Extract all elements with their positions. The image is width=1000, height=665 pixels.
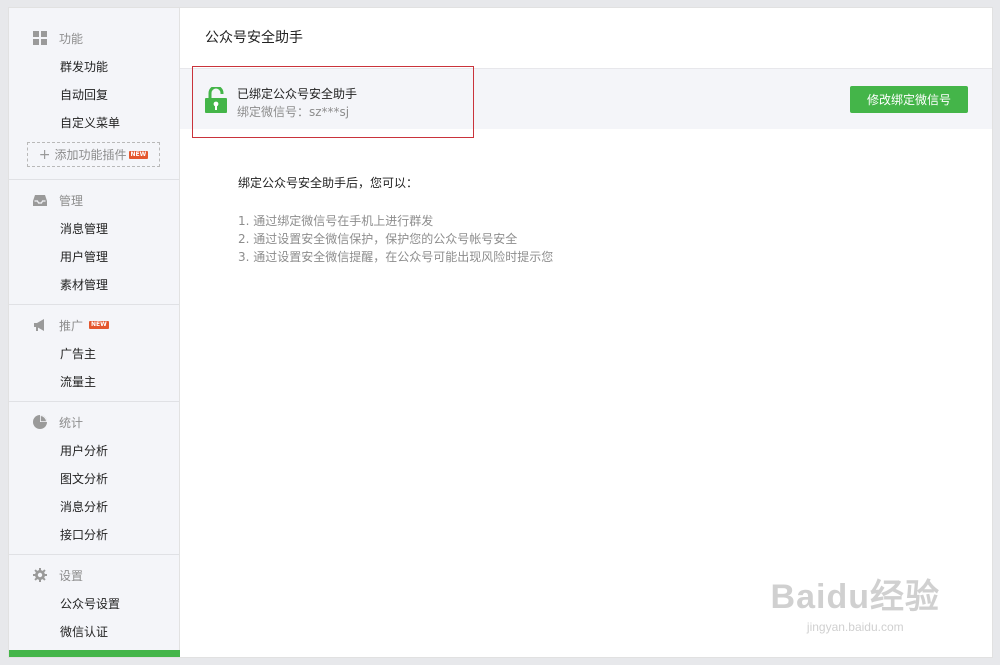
gear-icon bbox=[33, 568, 47, 582]
list-item: 3. 通过设置安全微信提醒，在公众号可能出现风险时提示您 bbox=[238, 250, 554, 264]
sidebar-item-messages[interactable]: 消息管理 bbox=[9, 214, 179, 242]
add-plugin-label: 添加功能插件 bbox=[54, 148, 127, 162]
sidebar-group-header: 设置 bbox=[9, 561, 179, 589]
binding-status-bar: 已绑定公众号安全助手 绑定微信号：sz***sj 修改绑定微信号 bbox=[180, 66, 992, 138]
new-badge: NEW bbox=[128, 150, 149, 159]
sidebar-item-auto-reply[interactable]: 自动回复 bbox=[9, 80, 179, 108]
sidebar-group-title: 推广 bbox=[59, 318, 84, 333]
sidebar-group-title: 设置 bbox=[59, 568, 84, 583]
sidebar-group-header: 功能 bbox=[9, 24, 179, 52]
app-window: 功能 群发功能 自动回复 自定义菜单 + 添加功能插件 NEW 管理 消息管理 … bbox=[8, 7, 993, 658]
description-section: 绑定公众号安全助手后，您可以： 1. 通过绑定微信号在手机上进行群发 2. 通过… bbox=[180, 129, 992, 266]
main-content: 公众号安全助手 已绑定公众号安全助手 绑定微信号：sz***sj 修改绑定微信号… bbox=[180, 8, 992, 657]
sidebar-group-header: 统计 bbox=[9, 408, 179, 436]
inbox-icon bbox=[33, 193, 47, 207]
sidebar-group-title: 功能 bbox=[59, 31, 84, 46]
baidu-watermark: Baidu经验 jingyan.baidu.com bbox=[771, 569, 940, 634]
bound-account-text: 绑定微信号：sz***sj bbox=[237, 105, 350, 119]
unlocked-padlock-icon bbox=[205, 85, 227, 113]
megaphone-icon bbox=[33, 318, 47, 332]
watermark-brand: Baidu经验 bbox=[770, 578, 940, 616]
description-heading: 绑定公众号安全助手后，您可以： bbox=[238, 176, 419, 190]
sidebar-group-header: 推广 NEW bbox=[9, 311, 179, 339]
sidebar-group-manage: 管理 消息管理 用户管理 素材管理 bbox=[9, 180, 179, 305]
page-title: 公众号安全助手 bbox=[180, 8, 992, 69]
new-badge: NEW bbox=[89, 321, 109, 329]
binding-status-text: 已绑定公众号安全助手 bbox=[237, 87, 358, 101]
sidebar-item-advertiser[interactable]: 广告主 bbox=[9, 339, 179, 367]
sidebar-item-api-analysis[interactable]: 接口分析 bbox=[9, 520, 179, 548]
sidebar: 功能 群发功能 自动回复 自定义菜单 + 添加功能插件 NEW 管理 消息管理 … bbox=[9, 8, 180, 657]
sidebar-item-materials[interactable]: 素材管理 bbox=[9, 270, 179, 298]
sidebar-item-message-analysis[interactable]: 消息分析 bbox=[9, 492, 179, 520]
active-item-indicator[interactable] bbox=[9, 650, 180, 657]
plus-icon: + bbox=[38, 146, 51, 163]
sidebar-group-settings: 设置 公众号设置 微信认证 bbox=[9, 555, 179, 651]
sidebar-group-statistics: 统计 用户分析 图文分析 消息分析 接口分析 bbox=[9, 402, 179, 555]
sidebar-item-account-settings[interactable]: 公众号设置 bbox=[9, 589, 179, 617]
list-item: 2. 通过设置安全微信保护，保护您的公众号帐号安全 bbox=[238, 232, 518, 246]
modify-binding-button[interactable]: 修改绑定微信号 bbox=[850, 86, 968, 113]
highlight-box bbox=[192, 66, 474, 138]
pie-chart-icon bbox=[33, 415, 47, 429]
sidebar-group-features: 功能 群发功能 自动回复 自定义菜单 + 添加功能插件 NEW bbox=[9, 8, 179, 180]
sidebar-item-user-analysis[interactable]: 用户分析 bbox=[9, 436, 179, 464]
sidebar-item-publisher[interactable]: 流量主 bbox=[9, 367, 179, 395]
sidebar-item-users[interactable]: 用户管理 bbox=[9, 242, 179, 270]
sidebar-group-title: 管理 bbox=[59, 193, 84, 208]
benefit-list: 1. 通过绑定微信号在手机上进行群发 2. 通过设置安全微信保护，保护您的公众号… bbox=[238, 212, 992, 266]
sidebar-item-article-analysis[interactable]: 图文分析 bbox=[9, 464, 179, 492]
grid-icon bbox=[33, 31, 47, 45]
add-plugin-button[interactable]: + 添加功能插件 NEW bbox=[27, 142, 160, 167]
watermark-url: jingyan.baidu.com bbox=[806, 620, 904, 634]
sidebar-group-header: 管理 bbox=[9, 186, 179, 214]
list-item: 1. 通过绑定微信号在手机上进行群发 bbox=[238, 214, 434, 228]
sidebar-item-mass-send[interactable]: 群发功能 bbox=[9, 52, 179, 80]
sidebar-group-title: 统计 bbox=[59, 415, 84, 430]
sidebar-group-promotion: 推广 NEW 广告主 流量主 bbox=[9, 305, 179, 402]
sidebar-item-custom-menu[interactable]: 自定义菜单 bbox=[9, 108, 179, 136]
sidebar-item-verification[interactable]: 微信认证 bbox=[9, 617, 179, 645]
